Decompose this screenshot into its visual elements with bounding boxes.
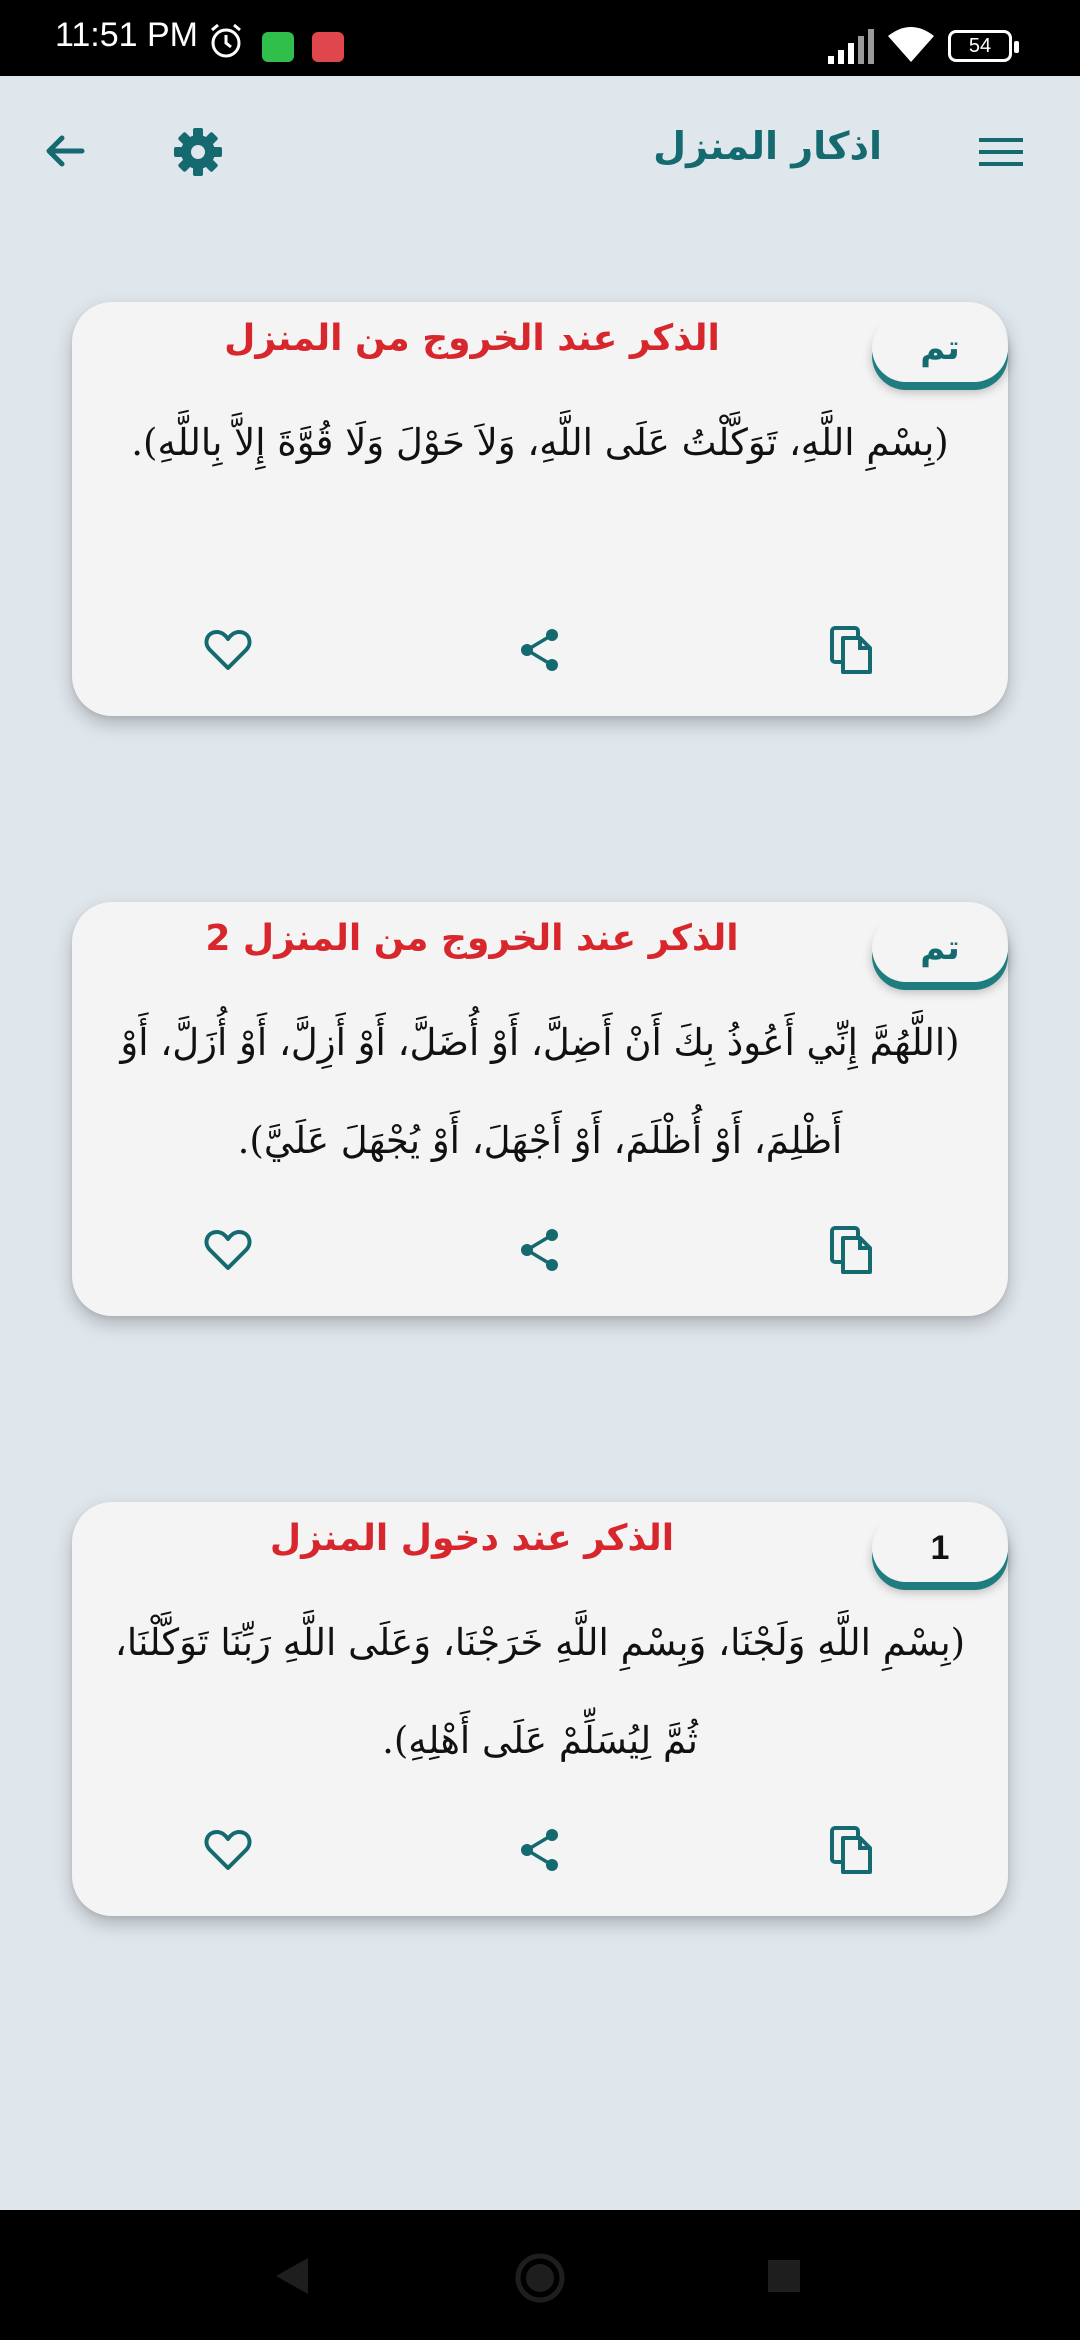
back-arrow-icon[interactable] bbox=[40, 126, 90, 176]
nav-recents-icon[interactable] bbox=[766, 2258, 802, 2294]
count-badge[interactable]: تم bbox=[872, 314, 1008, 382]
share-icon[interactable] bbox=[514, 624, 566, 676]
copy-icon[interactable] bbox=[826, 1224, 878, 1276]
battery-indicator: 54 bbox=[948, 30, 1019, 62]
nav-back-icon[interactable] bbox=[274, 2256, 310, 2296]
card-title: الذكر عند الخروج من المنزل bbox=[224, 318, 720, 359]
share-icon[interactable] bbox=[514, 1824, 566, 1876]
count-badge[interactable]: تم bbox=[872, 914, 1008, 982]
nav-home-icon[interactable] bbox=[514, 2252, 566, 2304]
zikr-card: الذكر عند دخول المنزل 1 (بِسْمِ اللَّهِ … bbox=[72, 1502, 1008, 1916]
copy-icon[interactable] bbox=[826, 1824, 878, 1876]
zikr-text: (بِسْمِ اللَّهِ، تَوَكَّلْتُ عَلَى اللَّ… bbox=[131, 421, 949, 464]
gear-icon[interactable] bbox=[172, 126, 224, 178]
signal-icon bbox=[828, 29, 874, 64]
share-icon[interactable] bbox=[514, 1224, 566, 1276]
zikr-text: (بِسْمِ اللَّهِ وَلَجْنَا، وَبِسْمِ اللَ… bbox=[114, 1621, 966, 1762]
sound-notification-icon bbox=[312, 32, 344, 62]
system-nav-bar bbox=[0, 2210, 1080, 2340]
copy-icon[interactable] bbox=[826, 624, 878, 676]
zikr-text: (اللَّهُمَّ إِنِّي أَعُوذُ بِكَ أَنْ أَض… bbox=[120, 1021, 960, 1162]
heart-icon[interactable] bbox=[202, 1824, 254, 1876]
status-bar: 11:51 PM 54 bbox=[0, 0, 1080, 76]
heart-icon[interactable] bbox=[202, 1224, 254, 1276]
alarm-icon bbox=[211, 23, 241, 58]
hamburger-menu-icon[interactable] bbox=[976, 132, 1026, 172]
page-title: اذكار المنزل bbox=[653, 124, 882, 168]
card-title: الذكر عند دخول المنزل bbox=[269, 1518, 675, 1559]
zikr-card: الذكر عند الخروج من المنزل تم (بِسْمِ ال… bbox=[72, 302, 1008, 716]
app-bar: اذكار المنزل bbox=[0, 76, 1080, 226]
whatsapp-notification-icon bbox=[262, 32, 294, 62]
card-title: الذكر عند الخروج من المنزل 2 bbox=[205, 918, 739, 959]
status-time: 11:51 PM bbox=[55, 16, 199, 54]
zikr-card: الذكر عند الخروج من المنزل 2 تم (اللَّهُ… bbox=[72, 902, 1008, 1316]
wifi-icon bbox=[888, 27, 934, 62]
heart-icon[interactable] bbox=[202, 624, 254, 676]
count-badge[interactable]: 1 bbox=[872, 1514, 1008, 1582]
